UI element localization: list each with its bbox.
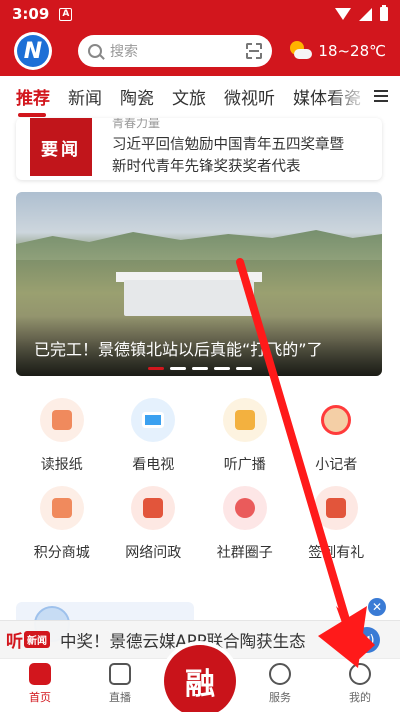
shortcut-little-reporter[interactable]: 小记者: [291, 398, 383, 474]
nav-label: 我的: [349, 691, 371, 704]
status-time: 3:09: [12, 5, 50, 23]
bottom-nav: 首页 直播 服务 我的 融: [0, 645, 400, 712]
listen-news-logo-char: 听: [6, 632, 23, 652]
app-logo[interactable]: N: [14, 32, 52, 70]
tab-news[interactable]: 新闻: [68, 84, 102, 109]
nav-label: 服务: [269, 691, 291, 704]
menu-icon[interactable]: [374, 90, 388, 102]
government-icon: [131, 486, 176, 530]
shortcut-points-mall[interactable]: 积分商城: [16, 486, 108, 562]
search-icon: [88, 44, 102, 58]
listen-news-logo-sub: 新闻: [24, 631, 50, 648]
close-icon[interactable]: ✕: [368, 598, 386, 616]
headline-card[interactable]: 要闻 青春力量 习近平回信勉励中国青年五四奖章暨 新时代青年先锋奖获奖者代表: [16, 118, 382, 180]
shortcut-label: 看电视: [132, 457, 175, 473]
shortcut-watch-tv[interactable]: 看电视: [108, 398, 200, 474]
carousel-indicator: [148, 367, 252, 370]
shortcut-label: 网络问政: [125, 545, 182, 561]
banner-image: [16, 230, 382, 260]
carousel-dot: [214, 367, 230, 370]
battery-icon: [380, 5, 388, 21]
speaker-icon[interactable]: ◀): [354, 627, 380, 653]
app-logo-mark: N: [17, 35, 49, 67]
calendar-check-icon: [314, 486, 359, 530]
carousel-dot: [192, 367, 208, 370]
headline-line-2: 新时代青年先锋奖获奖者代表: [112, 159, 301, 175]
nav-center-button[interactable]: 融: [164, 645, 236, 712]
radio-icon: [222, 398, 267, 442]
shop-bag-icon: [39, 486, 84, 530]
shortcut-read-newspaper[interactable]: 读报纸: [16, 398, 108, 474]
partly-cloudy-icon: [288, 41, 313, 61]
listen-news-logo: 听 新闻: [6, 627, 50, 652]
medal-icon: [269, 663, 291, 685]
nav-services[interactable]: 服务: [240, 659, 320, 712]
shortcut-check-in[interactable]: 签到有礼: [291, 486, 383, 562]
headline-text: 青春力量 习近平回信勉励中国青年五四奖章暨 新时代青年先锋奖获奖者代表: [112, 118, 344, 178]
headline-top-line: 青春力量: [112, 118, 161, 130]
app-header: N 搜索 18~28℃: [0, 30, 400, 72]
weather-widget[interactable]: 18~28℃: [288, 41, 386, 61]
shortcut-label: 读报纸: [40, 457, 83, 473]
nav-label: 首页: [29, 691, 51, 704]
search-placeholder: 搜索: [110, 44, 138, 60]
status-bar: 3:09 A: [0, 0, 400, 28]
tab-ceramics[interactable]: 陶瓷: [120, 84, 154, 109]
carousel-dot: [148, 367, 164, 370]
shortcut-community[interactable]: 社群圈子: [199, 486, 291, 562]
signal-icon: [359, 7, 372, 21]
tv-icon: [131, 398, 176, 442]
community-icon: [222, 486, 267, 530]
search-input[interactable]: 搜索: [78, 35, 272, 67]
shortcut-grid: 读报纸 看电视 听广播 小记者 积分商城 网络问政 社群圈子 签到有礼: [16, 398, 382, 562]
tab-recommend[interactable]: 推荐: [16, 84, 50, 117]
headline-line-1: 习近平回信勉励中国青年五四奖章暨: [112, 137, 344, 153]
banner-title: 已完工！景德镇北站以后真能“打飞的”了: [34, 340, 323, 359]
carousel-dot: [170, 367, 186, 370]
tab-micro-video[interactable]: 微视听: [224, 84, 275, 109]
shortcut-listen-radio[interactable]: 听广播: [199, 398, 291, 474]
wifi-icon: [335, 8, 351, 20]
reporter-icon: [314, 398, 358, 442]
nav-home[interactable]: 首页: [0, 659, 80, 712]
nav-live[interactable]: 直播: [80, 659, 160, 712]
shortcut-label: 积分商城: [33, 545, 90, 561]
shortcut-label: 小记者: [315, 457, 358, 473]
shortcut-label: 签到有礼: [308, 545, 365, 561]
shortcut-label: 社群圈子: [216, 545, 273, 561]
newspaper-icon: [39, 398, 84, 442]
weather-temperature: 18~28℃: [318, 42, 386, 60]
home-icon: [29, 663, 51, 685]
shortcut-label: 听广播: [223, 457, 266, 473]
banner-station: [124, 280, 254, 316]
tab-culture-travel[interactable]: 文旅: [172, 84, 206, 109]
headline-badge: 要闻: [30, 118, 92, 176]
tabs-fade: [330, 76, 370, 116]
nav-label: 直播: [109, 691, 131, 704]
notification-icon: A: [59, 7, 73, 21]
channel-tabs: 推荐 新闻 陶瓷 文旅 微视听 媒体看瓷: [0, 76, 400, 117]
user-icon: [349, 663, 371, 685]
shortcut-online-inquiry[interactable]: 网络问政: [108, 486, 200, 562]
carousel-dot: [236, 367, 252, 370]
scan-icon[interactable]: [246, 43, 262, 59]
banner-carousel[interactable]: 已完工！景德镇北站以后真能“打飞的”了: [16, 192, 382, 376]
play-icon: [109, 663, 131, 685]
nav-mine[interactable]: 我的: [320, 659, 400, 712]
